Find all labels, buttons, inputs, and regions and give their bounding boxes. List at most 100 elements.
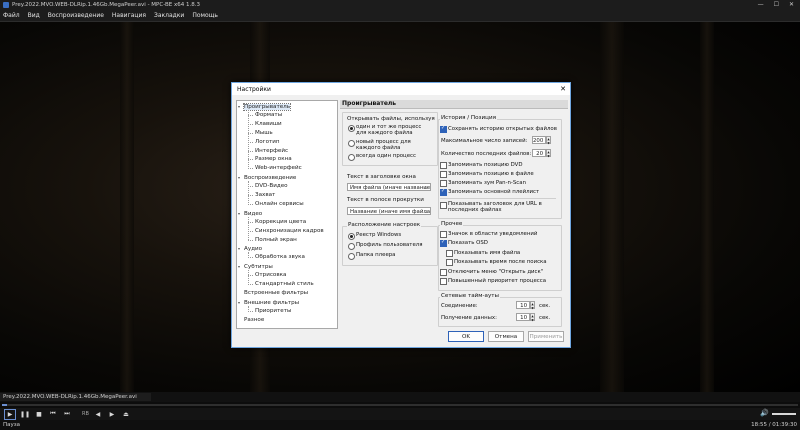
menu-play[interactable]: Воспроизведение: [48, 12, 104, 19]
tree-item[interactable]: DVD-Видео: [248, 183, 288, 190]
tree-item[interactable]: Захват: [248, 192, 275, 199]
open-one-process-radio[interactable]: [348, 154, 355, 161]
remember-playlist-label: Запоминать основной плейлист: [448, 189, 540, 195]
ok-button[interactable]: OK: [448, 331, 484, 342]
eject-icon[interactable]: ⏏: [121, 410, 131, 419]
max-records-input[interactable]: 200: [532, 136, 546, 144]
user-profile-label: Профиль пользователя: [356, 242, 423, 248]
title-text-label: Текст в заголовке окна: [347, 174, 416, 180]
recent-files-spinner[interactable]: ▲ ▼: [546, 149, 551, 158]
volume-level: [772, 413, 796, 415]
data-timeout-spinner[interactable]: ▲ ▼: [530, 313, 535, 322]
connection-spinner[interactable]: ▲ ▼: [530, 301, 535, 310]
disable-open-disc-label: Отключить меню "Открыть диск": [448, 269, 544, 275]
tree-item[interactable]: Стандартный стиль: [248, 281, 314, 288]
close-icon[interactable]: ✕: [789, 1, 794, 8]
next-icon[interactable]: ⏭: [62, 410, 72, 419]
menu-file[interactable]: Файл: [3, 12, 20, 19]
menu-help[interactable]: Помощь: [192, 12, 218, 19]
filename-bar: Prey.2022.MVO.WEB-DLRip.1.46Gb.MegaPeer.…: [0, 392, 800, 402]
window-title: Prey.2022.MVO.WEB-DLRip.1.46Gb.MegaPeer.…: [12, 1, 200, 8]
tree-item[interactable]: ▾ Субтитры: [238, 263, 273, 271]
osd-seektime-checkbox[interactable]: [446, 259, 453, 266]
remember-dvd-checkbox[interactable]: [440, 162, 447, 169]
seek-track[interactable]: [2, 404, 798, 406]
tree-item[interactable]: Web-интерфейс: [248, 165, 302, 172]
page-title: Проигрыватель: [340, 100, 568, 109]
tree-item[interactable]: Разное: [238, 317, 264, 324]
max-records-spinner[interactable]: ▲ ▼: [546, 136, 551, 145]
menu-navigate[interactable]: Навигация: [112, 12, 146, 19]
disable-open-disc-checkbox[interactable]: [440, 269, 447, 276]
title-text-value: Имя файла (иначе название: [350, 185, 431, 191]
tray-icon-checkbox[interactable]: [440, 231, 447, 238]
data-timeout-input[interactable]: 10: [516, 313, 530, 321]
tree-connector: [248, 252, 249, 259]
pause-icon[interactable]: ❚❚: [20, 410, 30, 419]
tree-item[interactable]: ▾ Аудио: [238, 245, 262, 253]
tree-item-label: Аудио: [244, 246, 263, 253]
title-text-select[interactable]: Имя файла (иначе название ⌄: [347, 183, 431, 191]
tree-item[interactable]: ▾ Воспроизведение: [238, 174, 296, 182]
tree-item-label: Мышь: [255, 129, 273, 136]
tree-item[interactable]: Отрисовка: [248, 272, 286, 279]
tree-item[interactable]: Мышь: [248, 129, 273, 137]
tree-item-label: Стандартный стиль: [255, 281, 314, 287]
recent-files-input[interactable]: 20: [532, 149, 546, 157]
connection-input[interactable]: 10: [516, 301, 530, 309]
tree-item[interactable]: Коррекция цвета: [248, 219, 306, 226]
osd-seektime-label: Показывать время после поиска: [454, 259, 547, 265]
apply-button[interactable]: Применить: [528, 331, 564, 342]
remember-playlist-checkbox[interactable]: [440, 188, 447, 196]
registry-radio[interactable]: [348, 233, 355, 240]
tree-item[interactable]: Интерфейс: [248, 148, 288, 155]
remember-file-pos-checkbox[interactable]: [440, 171, 447, 178]
frame-step-icon[interactable]: ▶: [107, 410, 117, 419]
player-folder-radio[interactable]: [348, 253, 355, 260]
connection-unit: сек.: [539, 303, 551, 309]
tree-item[interactable]: Форматы: [248, 112, 282, 119]
remember-zoom-checkbox[interactable]: [440, 180, 447, 187]
frame-back-icon[interactable]: ◀: [93, 410, 103, 419]
tree-item-label: Встроенные фильтры: [244, 289, 309, 296]
tree-item[interactable]: Размер окна: [248, 156, 292, 163]
osd-filename-checkbox[interactable]: [446, 250, 453, 257]
tree-item[interactable]: ▾ Видео: [238, 210, 262, 218]
url-title-label: Показывать заголовок для URL в последних…: [448, 201, 542, 213]
save-history-checkbox[interactable]: [440, 125, 447, 133]
tree-item[interactable]: ▾ Проигрыватель: [238, 103, 292, 111]
open-one-process-label: всегда один процесс: [356, 153, 416, 159]
previous-icon[interactable]: ⏮: [48, 410, 58, 419]
menu-bookmarks[interactable]: Закладки: [154, 12, 184, 19]
tree-item[interactable]: Логотип: [248, 139, 280, 146]
play-icon[interactable]: ▶: [4, 408, 16, 420]
menu-view[interactable]: Вид: [28, 12, 40, 19]
tree-item[interactable]: Клавиши: [248, 121, 282, 128]
tree-item-label: Синхронизация кадров: [255, 227, 324, 234]
tree-item[interactable]: Онлайн сервисы: [248, 201, 304, 208]
tree-item[interactable]: Обработка звука: [248, 254, 305, 261]
url-title-checkbox[interactable]: [440, 202, 447, 209]
stop-icon[interactable]: ■: [34, 410, 44, 419]
minimize-icon[interactable]: —: [758, 1, 764, 8]
dialog-titlebar: Настройки ✕: [232, 83, 570, 95]
status-bar: Пауза 18:55 / 01:39:30: [0, 420, 800, 430]
settings-location-label: Расположение настроек: [347, 222, 422, 228]
maximize-icon[interactable]: ☐: [774, 1, 779, 8]
tree-item[interactable]: Встроенные фильтры: [238, 290, 308, 297]
open-same-process-radio[interactable]: [348, 125, 355, 132]
cancel-button[interactable]: Отмена: [488, 331, 524, 342]
chevron-down-icon: ⌄: [423, 209, 428, 215]
tree-item[interactable]: Полный экран: [248, 237, 297, 244]
tree-item[interactable]: Приоритеты: [248, 308, 291, 315]
open-new-process-radio[interactable]: [348, 140, 355, 147]
show-osd-checkbox[interactable]: [440, 239, 447, 247]
high-priority-checkbox[interactable]: [440, 278, 447, 285]
seekbar-text-select[interactable]: Название (иначе имя файла ⌄: [347, 207, 431, 215]
volume-icon[interactable]: 🔊: [760, 409, 769, 417]
volume-slider[interactable]: [772, 413, 796, 415]
dialog-close-icon[interactable]: ✕: [556, 83, 570, 95]
settings-tree[interactable]: ▾ Проигрыватель Форматы Клавиши Мышь Логотип И…: [236, 100, 338, 329]
user-profile-radio[interactable]: [348, 243, 355, 250]
tree-item[interactable]: Синхронизация кадров: [248, 227, 324, 235]
